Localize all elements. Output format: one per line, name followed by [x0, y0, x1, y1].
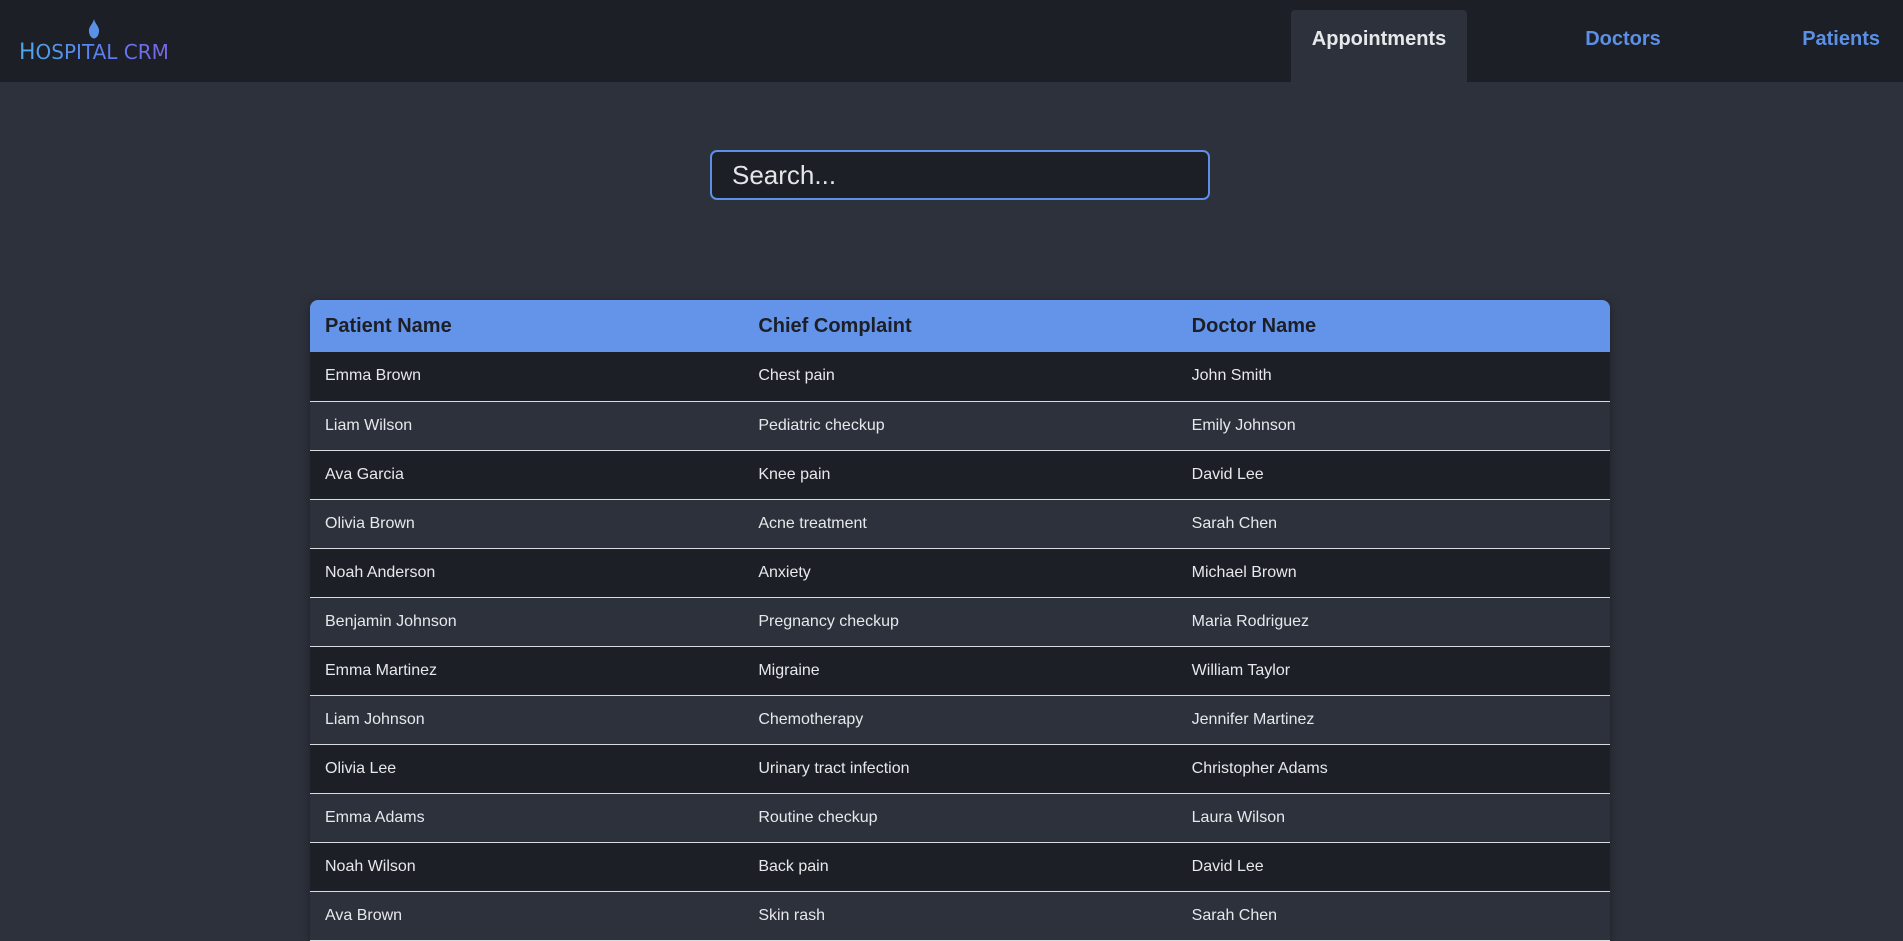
table-row[interactable]: Liam Wilson Pediatric checkup Emily John…: [310, 401, 1610, 451]
table-row[interactable]: Olivia Brown Acne treatment Sarah Chen: [310, 499, 1610, 549]
chief-complaint-cell: Knee pain: [743, 450, 1177, 500]
table-row[interactable]: Liam Johnson Chemotherapy Jennifer Marti…: [310, 695, 1610, 745]
table-row[interactable]: Ava Garcia Knee pain David Lee: [310, 450, 1610, 500]
doctor-name-cell: Jennifer Martinez: [1176, 695, 1610, 745]
doctor-name-cell: Emily Johnson: [1176, 401, 1610, 451]
column-header-doctor-name[interactable]: Doctor Name: [1176, 300, 1610, 352]
chief-complaint-cell: Routine checkup: [743, 793, 1177, 843]
doctor-name-cell: Maria Rodriguez: [1176, 597, 1610, 647]
table-row[interactable]: Noah Wilson Back pain David Lee: [310, 842, 1610, 892]
top-navbar: HOSPITAL CRM Appointments Doctors Patien…: [0, 0, 1903, 82]
chief-complaint-cell: Migraine: [743, 646, 1177, 696]
patient-name-cell: Emma Brown: [310, 352, 744, 402]
doctor-name-cell: Laura Wilson: [1176, 793, 1610, 843]
patient-name-cell: Olivia Lee: [310, 744, 744, 794]
patient-name-cell: Liam Johnson: [310, 695, 744, 745]
doctor-name-cell: John Smith: [1176, 352, 1610, 402]
column-header-patient-name[interactable]: Patient Name: [310, 300, 744, 352]
table-row[interactable]: Ava Brown Skin rash Sarah Chen: [310, 891, 1610, 941]
doctor-name-cell: Sarah Chen: [1176, 891, 1610, 941]
search-input[interactable]: [710, 150, 1210, 200]
doctor-name-cell: David Lee: [1176, 450, 1610, 500]
chief-complaint-cell: Pregnancy checkup: [743, 597, 1177, 647]
logo-text: HOSPITAL CRM: [19, 40, 169, 65]
chief-complaint-cell: Chemotherapy: [743, 695, 1177, 745]
chief-complaint-cell: Urinary tract infection: [743, 744, 1177, 794]
chief-complaint-cell: Acne treatment: [743, 499, 1177, 549]
table-row[interactable]: Emma Martinez Migraine William Taylor: [310, 646, 1610, 696]
nav-appointments[interactable]: Appointments: [1291, 10, 1467, 82]
chief-complaint-cell: Anxiety: [743, 548, 1177, 598]
column-header-chief-complaint[interactable]: Chief Complaint: [743, 300, 1177, 352]
doctor-name-cell: David Lee: [1176, 842, 1610, 892]
flame-icon: [88, 19, 100, 39]
nav-patients[interactable]: Patients: [1770, 10, 1903, 82]
doctor-name-cell: Christopher Adams: [1176, 744, 1610, 794]
chief-complaint-cell: Skin rash: [743, 891, 1177, 941]
table-row[interactable]: Olivia Lee Urinary tract infection Chris…: [310, 744, 1610, 794]
table-row[interactable]: Noah Anderson Anxiety Michael Brown: [310, 548, 1610, 598]
chief-complaint-cell: Back pain: [743, 842, 1177, 892]
nav-doctors[interactable]: Doctors: [1530, 10, 1716, 82]
appointments-table: Patient Name Chief Complaint Doctor Name…: [310, 300, 1610, 941]
patient-name-cell: Emma Adams: [310, 793, 744, 843]
chief-complaint-cell: Pediatric checkup: [743, 401, 1177, 451]
patient-name-cell: Emma Martinez: [310, 646, 744, 696]
patient-name-cell: Noah Anderson: [310, 548, 744, 598]
patient-name-cell: Ava Brown: [310, 891, 744, 941]
doctor-name-cell: Sarah Chen: [1176, 499, 1610, 549]
table-header-row: Patient Name Chief Complaint Doctor Name: [310, 300, 1610, 352]
table-row[interactable]: Benjamin Johnson Pregnancy checkup Maria…: [310, 597, 1610, 647]
patient-name-cell: Noah Wilson: [310, 842, 744, 892]
doctor-name-cell: William Taylor: [1176, 646, 1610, 696]
table-row[interactable]: Emma Adams Routine checkup Laura Wilson: [310, 793, 1610, 843]
table-row[interactable]: Emma Brown Chest pain John Smith: [310, 352, 1610, 402]
patient-name-cell: Ava Garcia: [310, 450, 744, 500]
chief-complaint-cell: Chest pain: [743, 352, 1177, 402]
doctor-name-cell: Michael Brown: [1176, 548, 1610, 598]
patient-name-cell: Olivia Brown: [310, 499, 744, 549]
hospital-crm-logo[interactable]: HOSPITAL CRM: [19, 18, 179, 68]
patient-name-cell: Benjamin Johnson: [310, 597, 744, 647]
patient-name-cell: Liam Wilson: [310, 401, 744, 451]
